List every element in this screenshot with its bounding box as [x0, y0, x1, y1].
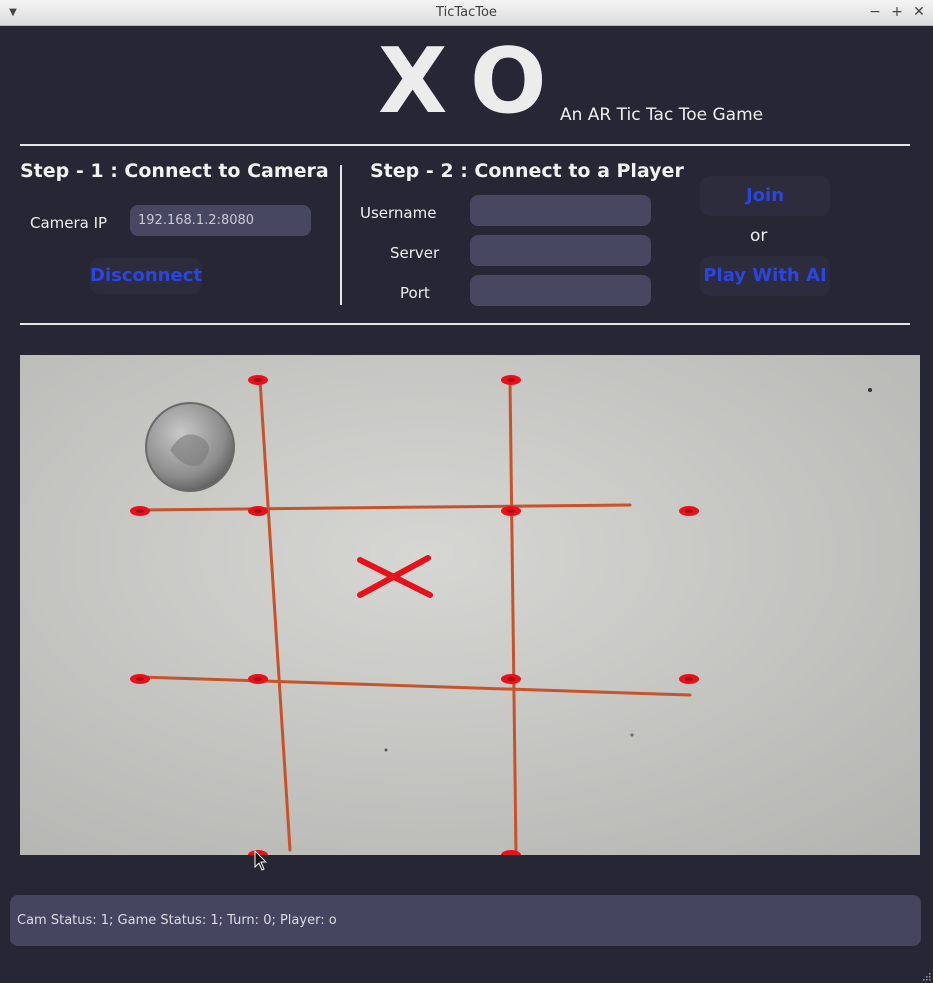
- server-label: Server: [390, 244, 440, 262]
- divider-vertical: [340, 165, 342, 305]
- divider-bottom: [20, 323, 910, 325]
- port-label: Port: [400, 284, 430, 302]
- or-label: or: [750, 226, 768, 246]
- logo-x: X: [378, 29, 448, 134]
- status-bar: Cam Status: 1; Game Status: 1; Turn: 0; …: [10, 895, 921, 946]
- resize-grip-icon[interactable]: [921, 971, 931, 981]
- disconnect-button[interactable]: Disconnect: [90, 258, 202, 294]
- username-label: Username: [360, 204, 437, 222]
- minimize-icon[interactable]: −: [867, 4, 883, 20]
- camera-ip-label: Camera IP: [30, 214, 108, 232]
- app-subtitle: An AR Tic Tac Toe Game: [560, 105, 764, 125]
- join-button[interactable]: Join: [700, 176, 830, 216]
- window-title: TicTacToe: [436, 5, 497, 20]
- play-with-ai-button[interactable]: Play With AI: [700, 256, 830, 296]
- camera-frame-image: [20, 355, 920, 855]
- server-input[interactable]: [470, 235, 651, 266]
- mouse-cursor-icon: [254, 850, 268, 871]
- port-input[interactable]: [470, 275, 651, 306]
- close-icon[interactable]: ✕: [911, 4, 927, 20]
- step1-title: Step - 1 : Connect to Camera: [20, 160, 329, 182]
- maximize-icon[interactable]: +: [889, 4, 905, 20]
- username-input[interactable]: [470, 195, 651, 226]
- logo-o: O: [470, 29, 547, 134]
- camera-ip-input[interactable]: [130, 205, 311, 236]
- camera-feed[interactable]: [20, 355, 920, 855]
- step2-title: Step - 2 : Connect to a Player: [370, 160, 684, 182]
- status-text: Cam Status: 1; Game Status: 1; Turn: 0; …: [17, 913, 337, 928]
- window-titlebar[interactable]: ▼ TicTacToe − + ✕: [0, 0, 933, 26]
- divider-top: [20, 144, 910, 146]
